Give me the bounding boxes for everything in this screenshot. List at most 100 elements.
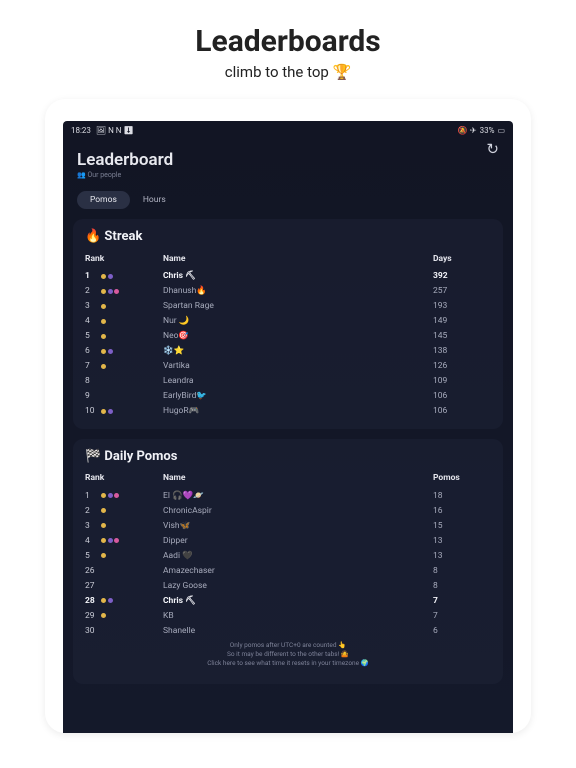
name-cell: KB: [163, 611, 433, 621]
rank-number: 2: [85, 506, 98, 516]
table-row[interactable]: 1Chris ⛏392: [85, 269, 491, 284]
gold-badge-icon: [101, 493, 106, 498]
badges: [101, 304, 106, 309]
table-row[interactable]: 6❄️⭐138: [85, 344, 491, 359]
refresh-icon[interactable]: ↻: [486, 140, 499, 158]
purple-badge-icon: [108, 289, 113, 294]
rank-number: 28: [85, 596, 98, 606]
name-cell: Neo🎯: [163, 331, 433, 341]
value-cell: 6: [433, 626, 491, 636]
pink-badge-icon: [114, 289, 119, 294]
rank-number: 30: [85, 626, 98, 636]
rank-number: 1: [85, 271, 98, 281]
daily-card: 🏁 Daily Pomos Rank Name Pomos 1El 🎧💜🪐182…: [73, 439, 503, 685]
value-cell: 109: [433, 376, 491, 386]
table-row[interactable]: 30Shanelle6: [85, 623, 491, 638]
name-cell: Nur 🌙: [163, 316, 433, 326]
table-row[interactable]: 9 EarlyBird🐦106: [85, 389, 491, 404]
table-row[interactable]: 4Nur 🌙149: [85, 314, 491, 329]
pink-badge-icon: [114, 538, 119, 543]
leaderboard-subtitle: 👥 Our people: [77, 171, 173, 179]
value-cell: 106: [433, 391, 491, 401]
tab-pomos[interactable]: Pomos: [77, 191, 130, 209]
rank-number: 4: [85, 316, 98, 326]
value-cell: 257: [433, 286, 491, 296]
name-cell: Vish🦋: [163, 521, 433, 531]
gold-badge-icon: [101, 613, 106, 618]
table-row[interactable]: 3Vish🦋15: [85, 518, 491, 533]
page-title: Leaderboards: [0, 24, 576, 59]
name-cell: Aadi 🖤: [163, 551, 433, 561]
tab-hours[interactable]: Hours: [130, 191, 179, 209]
value-cell: 145: [433, 331, 491, 341]
rank-number: 10: [85, 406, 98, 416]
streak-title: 🔥 Streak: [85, 229, 491, 244]
tablet-frame: 18:23 🖼 N N ⬇ 🔕 ✈ 33% ▭ Leaderboard 👥 Ou…: [45, 99, 531, 733]
table-row[interactable]: 2ChronicAspir16: [85, 503, 491, 518]
table-row[interactable]: 2Dhanush🔥257: [85, 284, 491, 299]
table-row[interactable]: 28Chris ⛏7: [85, 593, 491, 608]
name-cell: Lazy Goose: [163, 581, 433, 591]
badges: [101, 334, 106, 339]
table-row[interactable]: 1El 🎧💜🪐18: [85, 488, 491, 503]
table-row[interactable]: 27Lazy Goose8: [85, 578, 491, 593]
rank-number: 3: [85, 301, 98, 311]
table-row[interactable]: 3Spartan Rage193: [85, 299, 491, 314]
badges: [101, 319, 106, 324]
gold-badge-icon: [101, 289, 106, 294]
gold-badge-icon: [101, 508, 106, 513]
gold-badge-icon: [101, 523, 106, 528]
table-row[interactable]: 29KB7: [85, 608, 491, 623]
daily-title: 🏁 Daily Pomos: [85, 449, 491, 464]
rank-number: 4: [85, 536, 98, 546]
gold-badge-icon: [101, 334, 106, 339]
purple-badge-icon: [108, 598, 113, 603]
value-cell: 193: [433, 301, 491, 311]
table-row[interactable]: 26Amazechaser8: [85, 563, 491, 578]
table-row[interactable]: 5Neo🎯145: [85, 329, 491, 344]
rank-number: 6: [85, 346, 98, 356]
name-cell: EarlyBird🐦: [163, 391, 433, 401]
rank-number: 1: [85, 491, 98, 501]
rank-number: 9: [85, 391, 98, 401]
header-value: Days: [433, 254, 491, 264]
gold-badge-icon: [101, 319, 106, 324]
name-cell: ChronicAspir: [163, 506, 433, 516]
rank-number: 26: [85, 566, 98, 576]
header-rank: Rank: [85, 473, 163, 483]
table-row[interactable]: 10 HugoR🎮106: [85, 404, 491, 419]
table-row[interactable]: 8Leandra109: [85, 374, 491, 389]
table-row[interactable]: 5Aadi 🖤13: [85, 548, 491, 563]
gold-badge-icon: [101, 349, 106, 354]
daily-footnote[interactable]: Only pomos after UTC+0 are counted 👆 So …: [85, 638, 491, 674]
table-row[interactable]: 4Dipper13: [85, 533, 491, 548]
rank-number: 5: [85, 551, 98, 561]
streak-header: Rank Name Days: [85, 251, 491, 269]
name-cell: Dipper: [163, 536, 433, 546]
rank-number: 8: [85, 376, 98, 386]
rank-number: 29: [85, 611, 98, 621]
gold-badge-icon: [101, 304, 106, 309]
badges: [101, 493, 119, 498]
value-cell: 126: [433, 361, 491, 371]
badges: [101, 553, 106, 558]
name-cell: El 🎧💜🪐: [163, 491, 433, 501]
value-cell: 392: [433, 271, 491, 281]
gold-badge-icon: [101, 274, 106, 279]
badges: [101, 598, 113, 603]
name-cell: Vartika: [163, 361, 433, 371]
table-row[interactable]: 7Vartika126: [85, 359, 491, 374]
badges: [101, 523, 106, 528]
header-name: Name: [163, 254, 433, 264]
leaderboard-title: Leaderboard: [77, 150, 173, 170]
name-cell: HugoR🎮: [163, 406, 433, 416]
rank-number: 3: [85, 521, 98, 531]
status-battery: 33%: [480, 126, 495, 135]
purple-badge-icon: [108, 493, 113, 498]
value-cell: 106: [433, 406, 491, 416]
status-bar: 18:23 🖼 N N ⬇ 🔕 ✈ 33% ▭: [63, 121, 513, 140]
badges: [101, 508, 106, 513]
badges: [101, 538, 119, 543]
gold-badge-icon: [101, 538, 106, 543]
purple-badge-icon: [108, 349, 113, 354]
